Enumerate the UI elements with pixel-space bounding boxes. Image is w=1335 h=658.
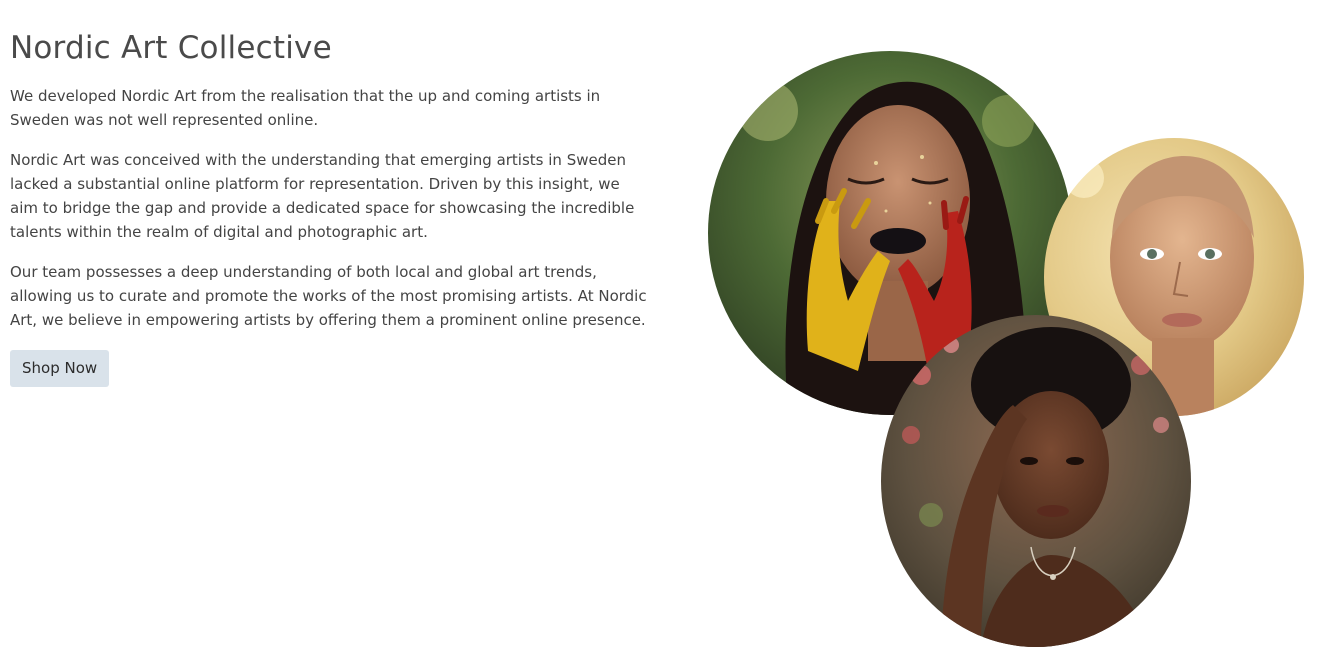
team-paragraph: Our team possesses a deep understanding … [10,263,647,329]
hero-text: Nordic Art Collective We developed Nordi… [10,28,650,387]
artist-portrait-curly-hair [881,315,1191,647]
shop-now-button[interactable]: Shop Now [10,350,110,387]
intro-paragraph: We developed Nordic Art from the realisa… [10,87,601,129]
mission-paragraph: Nordic Art was conceived with the unders… [10,151,635,241]
page-title: Nordic Art Collective [10,30,332,66]
